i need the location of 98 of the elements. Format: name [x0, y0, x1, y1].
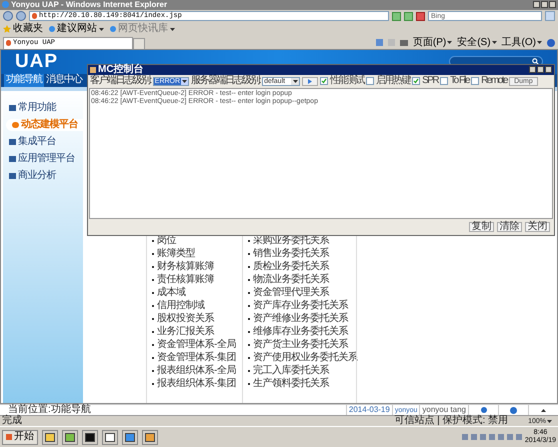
back-button[interactable]: [3, 11, 13, 22]
dialog-title: MC控制台: [98, 64, 144, 75]
list-link[interactable]: 销售业务委托关系: [248, 248, 329, 261]
option-label: 启用热键: [376, 76, 410, 86]
browser-icon: [2, 1, 9, 8]
list-link[interactable]: 股权投资关系: [152, 312, 214, 326]
menu-icon: [9, 156, 16, 162]
list-link[interactable]: 资产维修业务委托关系: [248, 312, 348, 326]
server-level-label: 服务器端日志级别:: [190, 76, 260, 86]
list-link[interactable]: 业务汇报关系: [152, 326, 214, 339]
list-link[interactable]: 物流业务委托关系: [248, 274, 329, 287]
caret-icon: [182, 80, 187, 83]
taskbar-app-icon[interactable]: [42, 430, 58, 444]
maximize-button[interactable]: [541, 1, 548, 8]
date-text: 2014-03-19: [346, 405, 392, 416]
caret-icon: [537, 41, 542, 44]
list-link[interactable]: 账簿类型: [152, 248, 195, 261]
list-link[interactable]: 资产库存业务委托关系: [248, 300, 348, 313]
search-icon: [532, 58, 539, 66]
dialog-button[interactable]: 清除: [497, 222, 522, 232]
list-link[interactable]: 资金管理体系-全局: [152, 338, 236, 352]
list-link[interactable]: 信用控制域: [152, 300, 204, 313]
caret-icon: [99, 28, 104, 31]
close-button[interactable]: [545, 66, 552, 74]
user-name-text: yonyou tang: [419, 405, 468, 416]
menu-icon: [9, 138, 16, 145]
status-text: 完成: [2, 416, 22, 426]
star-icon: [3, 25, 11, 34]
home-icon[interactable]: [376, 39, 383, 46]
command-menu[interactable]: 工具(O): [502, 38, 542, 48]
checkbox[interactable]: [320, 77, 328, 86]
nav-tab[interactable]: 消息中心: [44, 74, 84, 87]
client-level-label: 客户端日志级别:: [90, 76, 151, 86]
menu-icon: [9, 172, 16, 179]
checkbox[interactable]: [412, 77, 420, 86]
option-label: SPR: [422, 76, 438, 86]
list-link[interactable]: 成本域: [152, 286, 186, 300]
list-link[interactable]: 生产领料委托关系: [248, 378, 329, 391]
app-icon: [90, 66, 96, 73]
favorites-link[interactable]: 建议网站: [49, 24, 104, 34]
sidebar-item[interactable]: 商业分析: [3, 170, 83, 182]
caret-icon: [447, 41, 452, 44]
list-link[interactable]: 财务核算账簿: [152, 260, 214, 274]
minimize-button[interactable]: [529, 66, 536, 74]
list-link[interactable]: 报表组织体系-集团: [152, 378, 236, 391]
play-icon: [308, 78, 312, 84]
window-title: Yonyou UAP - Windows Internet Explorer: [11, 0, 168, 9]
menu-icon: [9, 104, 16, 111]
caret-up-icon: [541, 408, 546, 412]
command-menu[interactable]: 页面(P): [412, 38, 452, 48]
print-icon[interactable]: [400, 40, 408, 46]
list-link[interactable]: 责任核算账簿: [152, 274, 214, 287]
maximize-button[interactable]: [537, 66, 544, 74]
menu-icon: [12, 122, 19, 128]
caret-icon: [292, 80, 298, 83]
list-link[interactable]: 资金管理代理关系: [248, 286, 329, 300]
taskbar-app-icon[interactable]: [82, 430, 98, 444]
sidebar-item[interactable]: 常用功能: [3, 102, 83, 114]
dialog-button[interactable]: 复制: [469, 222, 494, 232]
favorites-button[interactable]: 收藏夹: [13, 24, 43, 34]
list-link[interactable]: 报表组织体系-全局: [152, 364, 236, 378]
checkbox[interactable]: [471, 77, 480, 86]
forward-button[interactable]: [16, 11, 26, 22]
option-label: 性能测试: [330, 76, 364, 86]
location-text: 当前位置:功能导航: [8, 405, 91, 416]
compatibility-button[interactable]: [404, 12, 413, 21]
list-link[interactable]: 完工入库委托关系: [248, 364, 329, 378]
help-icon[interactable]: [547, 38, 555, 47]
zone-text: 可信站点 | 保护模式: 禁用: [394, 416, 508, 426]
close-button[interactable]: [549, 1, 556, 8]
caret-icon: [547, 420, 552, 423]
taskbar-app-icon[interactable]: [102, 430, 118, 444]
nav-tab[interactable]: 功能导航: [4, 74, 44, 87]
list-link[interactable]: 资金管理体系-集团: [152, 352, 236, 365]
stop-button[interactable]: [416, 12, 425, 21]
minimize-button[interactable]: [533, 1, 540, 8]
page-icon: [32, 13, 37, 20]
option-label: To File: [450, 76, 470, 86]
sidebar-item[interactable]: 应用管理平台: [3, 152, 83, 165]
play-button[interactable]: [302, 76, 318, 86]
logo: UAP: [15, 52, 58, 72]
list-link[interactable]: 质检业务委托关系: [248, 260, 329, 274]
checkbox[interactable]: [366, 77, 374, 86]
refresh-button[interactable]: [392, 12, 401, 21]
option-label: Remote: [481, 76, 508, 86]
command-menu[interactable]: 安全(S): [457, 38, 497, 48]
sidebar-item[interactable]: 集成平台: [3, 136, 83, 148]
checkbox[interactable]: [440, 77, 448, 86]
caret-icon: [492, 41, 497, 44]
taskbar-app-icon[interactable]: [62, 430, 78, 444]
dialog-button[interactable]: 关闭: [525, 222, 550, 232]
caret-icon: [170, 28, 175, 31]
taskbar-app-icon[interactable]: [122, 430, 138, 444]
list-link[interactable]: 维修库存业务委托关系: [248, 326, 348, 339]
new-tab-button[interactable]: [133, 38, 145, 49]
start-button[interactable]: 开始: [2, 430, 38, 444]
list-link[interactable]: 资产货主业务委托关系: [248, 338, 348, 352]
taskbar-app-icon[interactable]: [142, 430, 158, 444]
